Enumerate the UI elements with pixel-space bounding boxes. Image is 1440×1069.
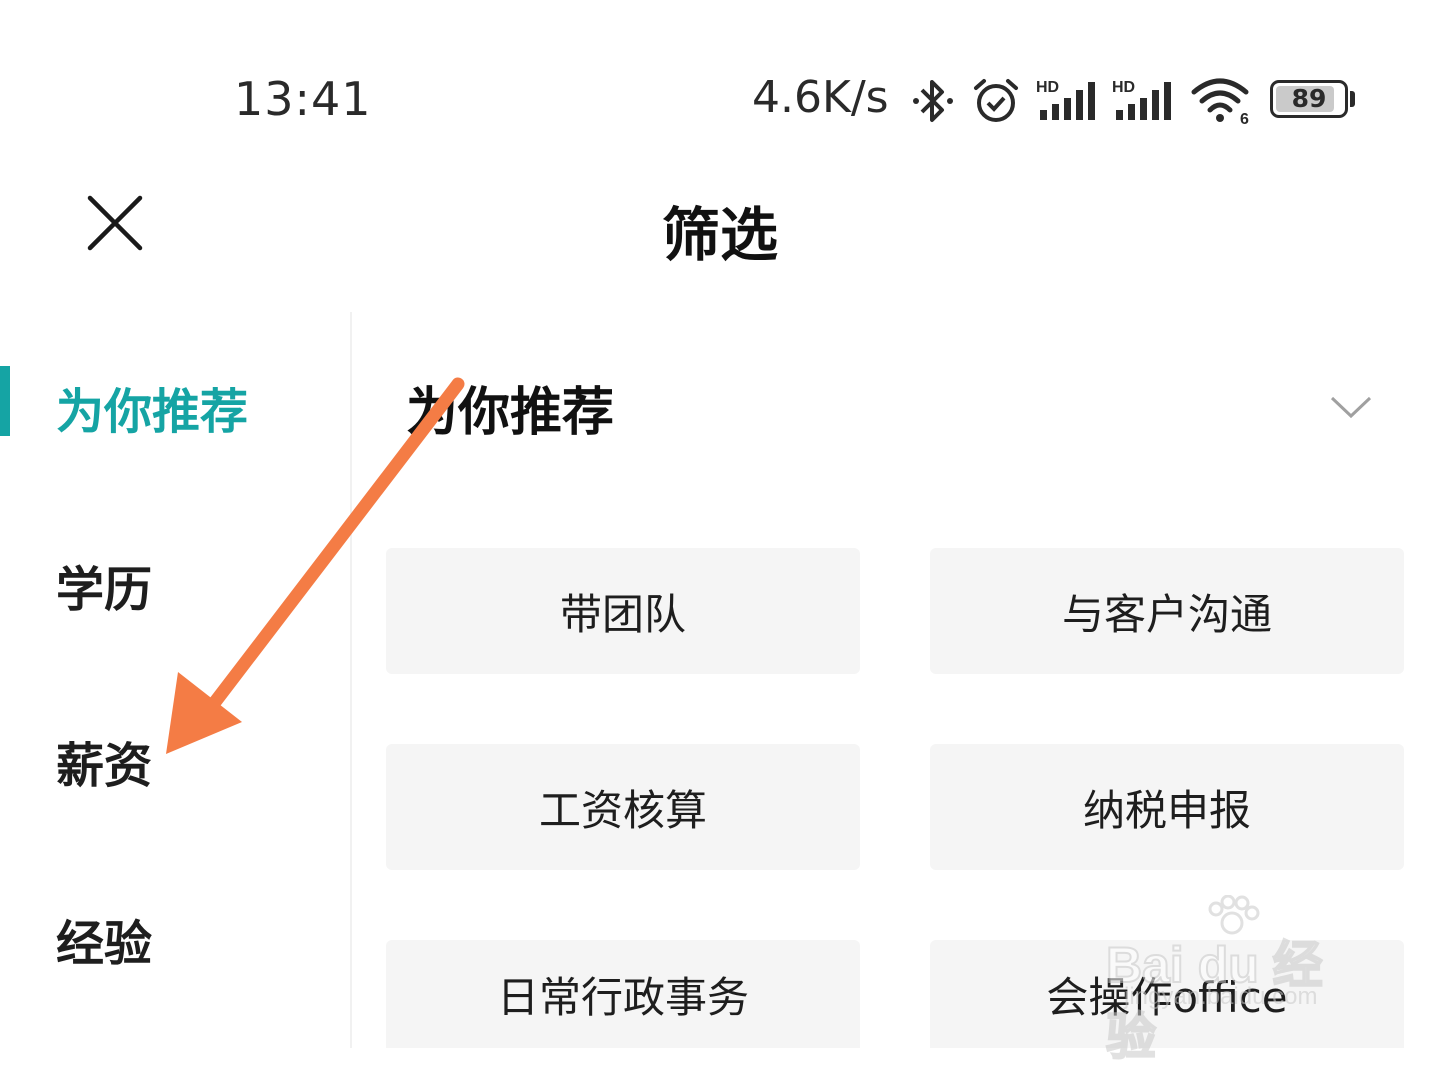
tag-option[interactable]: 带团队 [386, 548, 860, 674]
sidebar-item-salary[interactable]: 薪资 [56, 726, 152, 796]
sidebar-item-education[interactable]: 学历 [56, 550, 152, 620]
sidebar-item-recommended[interactable]: 为你推荐 [56, 372, 248, 442]
chevron-down-icon[interactable] [1328, 392, 1374, 422]
svg-text:HD: HD [1112, 79, 1135, 96]
battery-tip [1350, 91, 1355, 107]
sidebar-divider [350, 312, 352, 1048]
alarm-icon [974, 79, 1018, 122]
tag-option[interactable]: 工资核算 [386, 744, 860, 870]
tag-option[interactable]: 与客户沟通 [930, 548, 1404, 674]
status-time: 13:41 [234, 72, 372, 126]
svg-text:6: 6 [1240, 111, 1249, 126]
svg-text:HD: HD [1036, 79, 1059, 96]
watermark-url: jingyan.baidu.com [1124, 983, 1318, 1010]
tag-option[interactable]: 纳税申报 [930, 744, 1404, 870]
baidu-watermark: Bai du 经验 jingyan.baidu.com [1105, 895, 1366, 1066]
sidebar-item-experience[interactable]: 经验 [56, 904, 152, 974]
page-title: 筛选 [661, 201, 778, 269]
status-bar: 13:41 4.6K/s HD HD 6 89 [0, 0, 1440, 200]
tag-option[interactable]: 日常行政事务 [386, 940, 860, 1048]
active-indicator [0, 366, 10, 436]
signal-hd-icon: HD [1112, 79, 1171, 120]
battery-level: 89 [1291, 84, 1327, 113]
wifi-6-icon: 6 [1191, 78, 1249, 126]
battery-icon: 89 [1270, 80, 1348, 118]
bluetooth-icon [913, 80, 953, 122]
network-speed: 4.6K/s [752, 72, 889, 123]
section-title: 为你推荐 [406, 383, 615, 443]
signal-hd-icon: HD [1036, 79, 1095, 120]
